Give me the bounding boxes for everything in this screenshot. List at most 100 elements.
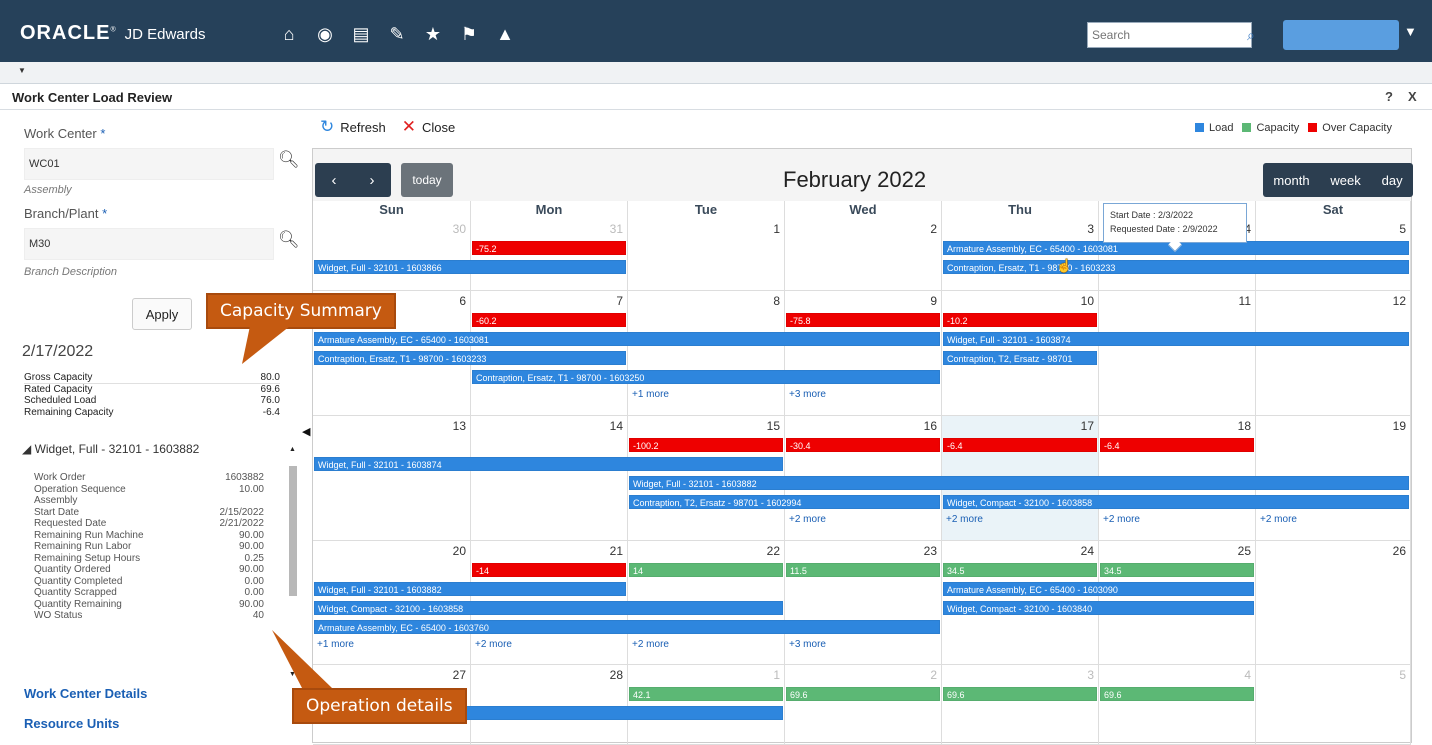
capacity-event[interactable]: 34.5	[1100, 563, 1254, 577]
day-number[interactable]: 8	[773, 294, 780, 308]
view-month-button[interactable]: month	[1273, 173, 1309, 188]
day-number[interactable]: 21	[610, 544, 623, 558]
day-cell[interactable]: 5	[1256, 665, 1411, 745]
day-number[interactable]: 2	[930, 668, 937, 682]
edit-icon[interactable]: ✎	[386, 24, 408, 44]
more-events-link[interactable]: +2 more	[1260, 514, 1297, 525]
operation-tree-header[interactable]: ◢ Widget, Full - 32101 - 1603882	[22, 442, 286, 456]
star-icon[interactable]: ★	[422, 24, 444, 44]
day-number[interactable]: 26	[1393, 544, 1406, 558]
over-capacity-event[interactable]: -6.4	[1100, 438, 1254, 452]
capacity-event[interactable]: 69.6	[943, 687, 1097, 701]
collapse-bar[interactable]: ▼	[0, 62, 1432, 84]
search-icon[interactable]: ⌕	[1247, 24, 1255, 46]
load-event[interactable]: Widget, Compact - 32100 - 1603840	[943, 601, 1254, 615]
close-button[interactable]: ✕ Close	[402, 117, 456, 137]
day-number[interactable]: 1	[773, 668, 780, 682]
load-event[interactable]: Armature Assembly, EC - 65400 - 1603081	[314, 332, 940, 346]
load-event[interactable]: Contraption, T2, Ersatz - 98701 - 160299…	[629, 495, 940, 509]
collapse-panel-icon[interactable]: ◀	[302, 425, 310, 438]
day-number[interactable]: 10	[1081, 294, 1094, 308]
next-month-button[interactable]: ›	[370, 172, 375, 189]
day-number[interactable]: 12	[1393, 294, 1406, 308]
day-cell[interactable]: 26	[1256, 541, 1411, 665]
resource-units-link[interactable]: Resource Units	[24, 716, 119, 731]
day-number[interactable]: 28	[610, 668, 623, 682]
day-cell[interactable]: 13	[313, 416, 471, 541]
day-number[interactable]: 3	[1087, 222, 1094, 236]
day-number[interactable]: 11	[1239, 294, 1251, 308]
day-cell[interactable]: 28	[471, 665, 628, 745]
more-events-link[interactable]: +2 more	[475, 639, 512, 650]
user-menu[interactable]	[1283, 20, 1399, 50]
day-number[interactable]: 5	[1399, 668, 1406, 682]
day-number[interactable]: 19	[1393, 419, 1406, 433]
over-capacity-event[interactable]: -14	[472, 563, 626, 577]
day-cell[interactable]: 31	[471, 219, 628, 291]
day-number[interactable]: 3	[1087, 668, 1094, 682]
day-cell[interactable]: 2	[785, 665, 942, 745]
capacity-event[interactable]: 14	[629, 563, 783, 577]
capacity-event[interactable]: 69.6	[786, 687, 940, 701]
more-events-link[interactable]: +2 more	[946, 514, 983, 525]
apply-button[interactable]: Apply	[132, 298, 192, 330]
day-number[interactable]: 31	[610, 222, 623, 236]
more-events-link[interactable]: +1 more	[632, 389, 669, 400]
work-center-details-link[interactable]: Work Center Details	[24, 686, 147, 701]
more-events-link[interactable]: +2 more	[789, 514, 826, 525]
over-capacity-event[interactable]: -75.2	[472, 241, 626, 255]
day-number[interactable]: 7	[616, 294, 623, 308]
search-icon[interactable]: 🔍︎	[278, 150, 300, 170]
load-event[interactable]: Contraption, Ersatz, T1 - 98700 - 160323…	[943, 260, 1409, 274]
view-day-button[interactable]: day	[1382, 173, 1403, 188]
day-number[interactable]: 9	[930, 294, 937, 308]
load-event[interactable]: Widget, Full - 32101 - 1603866	[314, 260, 626, 274]
day-number[interactable]: 27	[453, 668, 466, 682]
load-event[interactable]: Widget, Compact - 32100 - 1603858	[314, 601, 783, 615]
chevron-down-icon[interactable]: ▼	[1404, 24, 1417, 39]
day-number[interactable]: 20	[453, 544, 466, 558]
capacity-event[interactable]: 34.5	[943, 563, 1097, 577]
bell-icon[interactable]: ▲	[494, 24, 516, 44]
load-event[interactable]: Contraption, T2, Ersatz - 98701	[943, 351, 1097, 365]
branch-plant-input[interactable]	[25, 229, 273, 259]
search-icon[interactable]: 🔍︎	[278, 230, 300, 250]
load-event[interactable]: Widget, Full - 32101 - 1603874	[943, 332, 1409, 346]
day-number[interactable]: 6	[459, 294, 466, 308]
more-events-link[interactable]: +3 more	[789, 639, 826, 650]
load-event[interactable]: Widget, Full - 32101 - 1603882	[314, 582, 626, 596]
over-capacity-event[interactable]: -30.4	[786, 438, 940, 452]
prev-month-button[interactable]: ‹	[332, 172, 337, 189]
over-capacity-event[interactable]: -75.8	[786, 313, 940, 327]
over-capacity-event[interactable]: -6.4	[943, 438, 1097, 452]
day-cell[interactable]: 12	[1256, 291, 1411, 416]
more-events-link[interactable]: +2 more	[632, 639, 669, 650]
day-number[interactable]: 5	[1399, 222, 1406, 236]
capacity-event[interactable]: 69.6	[1100, 687, 1254, 701]
day-number[interactable]: 15	[767, 419, 780, 433]
day-cell[interactable]: 2	[785, 219, 942, 291]
day-number[interactable]: 23	[924, 544, 937, 558]
day-number[interactable]: 17	[1081, 419, 1094, 433]
day-number[interactable]: 30	[453, 222, 466, 236]
day-number[interactable]: 14	[610, 419, 623, 433]
oracle-jde-logo[interactable]: ORACLE® JD Edwards	[20, 22, 205, 45]
home-icon[interactable]: ⌂	[278, 24, 300, 44]
compass-icon[interactable]: ◉	[314, 24, 336, 44]
day-cell[interactable]: 30	[313, 219, 471, 291]
day-cell[interactable]: 11	[1099, 291, 1256, 416]
load-event[interactable]: Widget, Compact - 32100 - 1603858	[943, 495, 1409, 509]
day-number[interactable]: 25	[1238, 544, 1251, 558]
load-event[interactable]: Contraption, Ersatz, T1 - 98700 - 160323…	[314, 351, 626, 365]
day-number[interactable]: 13	[453, 419, 466, 433]
search-input[interactable]	[1088, 24, 1247, 46]
day-cell[interactable]: 14	[471, 416, 628, 541]
day-number[interactable]: 1	[773, 222, 780, 236]
refresh-button[interactable]: ↻ Refresh	[320, 117, 386, 137]
day-number[interactable]: 16	[924, 419, 937, 433]
view-week-button[interactable]: week	[1330, 173, 1360, 188]
load-event[interactable]: Armature Assembly, EC - 65400 - 1603760	[314, 620, 940, 634]
more-events-link[interactable]: +2 more	[1103, 514, 1140, 525]
day-cell[interactable]: 1	[628, 219, 785, 291]
day-cell[interactable]: 3	[942, 219, 1099, 291]
